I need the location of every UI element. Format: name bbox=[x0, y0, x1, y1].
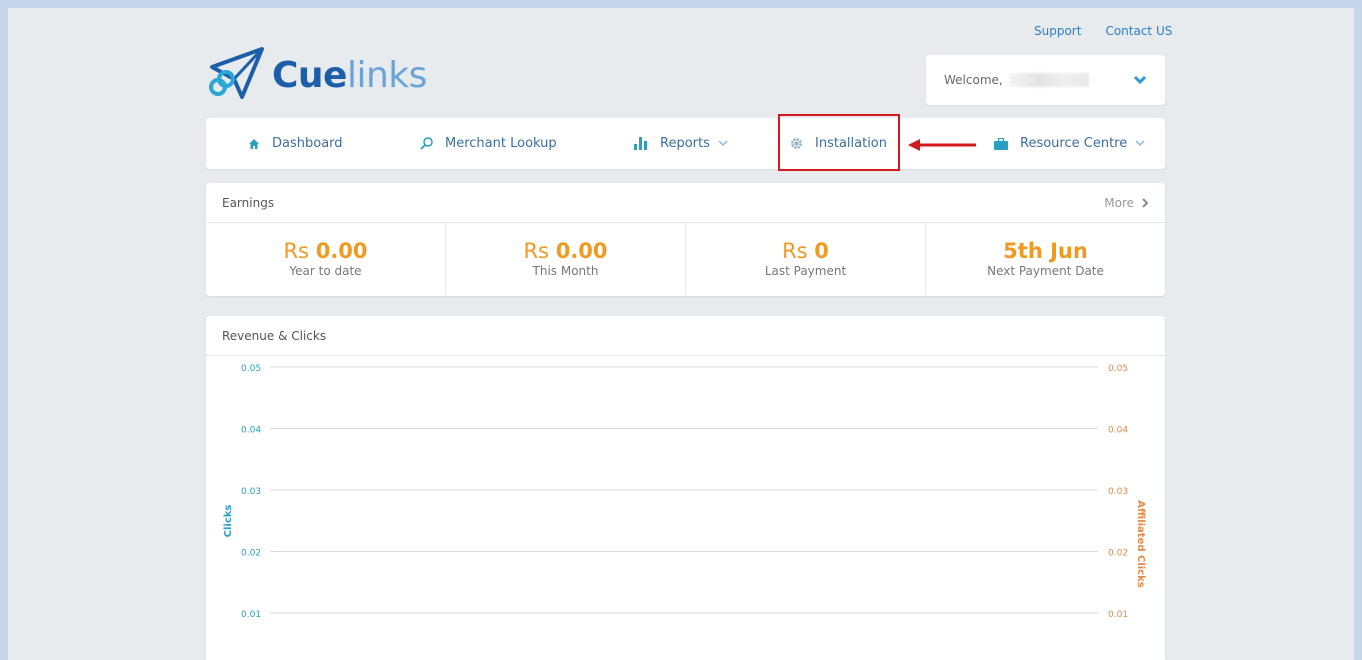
bar-chart-icon bbox=[634, 137, 648, 150]
search-icon bbox=[420, 137, 433, 150]
chevron-down-icon bbox=[718, 140, 728, 147]
contact-us-link[interactable]: Contact US bbox=[1105, 24, 1172, 38]
stat-next-payment-date: 5th Jun Next Payment Date bbox=[926, 223, 1165, 295]
stat-currency: Rs bbox=[523, 239, 550, 263]
stat-label: This Month bbox=[532, 264, 599, 278]
nav-merchant-lookup-label: Merchant Lookup bbox=[445, 136, 557, 151]
nav-reports-label: Reports bbox=[660, 136, 710, 151]
main-nav: Dashboard Merchant Lookup Reports Instal… bbox=[206, 118, 1165, 169]
stat-last-payment: Rs 0 Last Payment bbox=[686, 223, 926, 295]
nav-merchant-lookup[interactable]: Merchant Lookup bbox=[420, 118, 557, 169]
stat-year-to-date: Rs 0.00 Year to date bbox=[206, 223, 446, 295]
earnings-title: Earnings bbox=[222, 195, 275, 210]
stat-number: 0.00 bbox=[555, 239, 608, 263]
briefcase-icon bbox=[994, 137, 1008, 150]
y-left-tick-label: 0.01 bbox=[241, 610, 261, 620]
nav-dashboard[interactable]: Dashboard bbox=[248, 118, 343, 169]
nav-resource-centre[interactable]: Resource Centre bbox=[994, 118, 1145, 169]
y-left-tick-label: 0.03 bbox=[241, 487, 261, 497]
revenue-title: Revenue & Clicks bbox=[222, 328, 327, 343]
logo-text: Cuelinks bbox=[272, 55, 427, 96]
y-right-tick-label: 0.04 bbox=[1108, 426, 1128, 436]
nav-reports[interactable]: Reports bbox=[634, 118, 728, 169]
y-left-axis-title: Clicks bbox=[223, 505, 234, 538]
chevron-down-icon[interactable] bbox=[1133, 75, 1147, 85]
stat-value: Rs 0.00 bbox=[523, 240, 607, 262]
stat-currency: Rs bbox=[283, 239, 310, 263]
y-right-tick-label: 0.03 bbox=[1108, 487, 1128, 497]
earnings-stats: Rs 0.00 Year to date Rs 0.00 This Month … bbox=[206, 223, 1165, 295]
chevron-down-icon bbox=[1135, 140, 1145, 147]
paper-plane-link-icon bbox=[209, 47, 264, 99]
more-link[interactable]: More bbox=[1104, 196, 1149, 210]
stat-number: 5th Jun bbox=[1003, 239, 1088, 263]
earnings-header: Earnings More bbox=[206, 183, 1165, 223]
y-right-tick-label: 0.02 bbox=[1108, 549, 1128, 559]
nav-resource-centre-label: Resource Centre bbox=[1020, 136, 1128, 151]
stat-number: 0 bbox=[814, 239, 829, 263]
stat-label: Year to date bbox=[289, 264, 362, 278]
revenue-chart-svg: 0.05 0.05 0.04 0.04 0.03 0.03 0.02 0.02 0.01 0.01… bbox=[223, 364, 1146, 620]
y-right-tick-label: 0.05 bbox=[1108, 364, 1128, 374]
stat-number: 0.00 bbox=[315, 239, 368, 263]
stat-currency: Rs bbox=[782, 239, 808, 263]
stat-value: 5th Jun bbox=[1003, 240, 1088, 262]
top-links: Support Contact US bbox=[1034, 24, 1172, 38]
installation-highlight-box bbox=[778, 114, 900, 171]
user-menu[interactable]: Welcome, bbox=[926, 55, 1165, 105]
y-right-tick-label: 0.01 bbox=[1108, 610, 1128, 620]
redacted-username bbox=[1008, 73, 1089, 87]
revenue-clicks-card: Revenue & Clicks 0.05 0.05 0.04 0.04 0.03 0.0… bbox=[206, 316, 1165, 660]
logo-text-light: links bbox=[346, 54, 427, 96]
y-right-axis-title: Affiliated Clicks bbox=[1135, 500, 1146, 587]
welcome-label: Welcome, bbox=[944, 73, 1003, 87]
stat-value: Rs 0.00 bbox=[283, 240, 367, 262]
chevron-right-icon bbox=[1142, 197, 1149, 208]
nav-dashboard-label: Dashboard bbox=[272, 136, 343, 151]
support-link[interactable]: Support bbox=[1034, 24, 1081, 38]
y-left-tick-label: 0.05 bbox=[241, 364, 261, 374]
red-arrow-annotation bbox=[908, 139, 976, 151]
home-icon bbox=[248, 138, 260, 150]
revenue-header: Revenue & Clicks bbox=[206, 316, 1165, 356]
more-label: More bbox=[1104, 195, 1134, 210]
y-left-tick-label: 0.04 bbox=[241, 426, 261, 436]
stat-label: Next Payment Date bbox=[987, 264, 1104, 278]
stat-label: Last Payment bbox=[764, 264, 847, 278]
earnings-card: Earnings More Rs 0.00 Year to date Rs 0.… bbox=[206, 183, 1165, 296]
revenue-chart: 0.05 0.05 0.04 0.04 0.03 0.03 0.02 0.02 0.01 0.01… bbox=[206, 356, 1165, 660]
y-left-tick-label: 0.02 bbox=[241, 549, 261, 559]
stat-this-month: Rs 0.00 This Month bbox=[446, 223, 686, 295]
logo-text-bold: Cue bbox=[272, 54, 347, 96]
cuelinks-logo[interactable]: Cuelinks bbox=[204, 44, 427, 106]
stat-value: Rs 0 bbox=[782, 240, 829, 262]
